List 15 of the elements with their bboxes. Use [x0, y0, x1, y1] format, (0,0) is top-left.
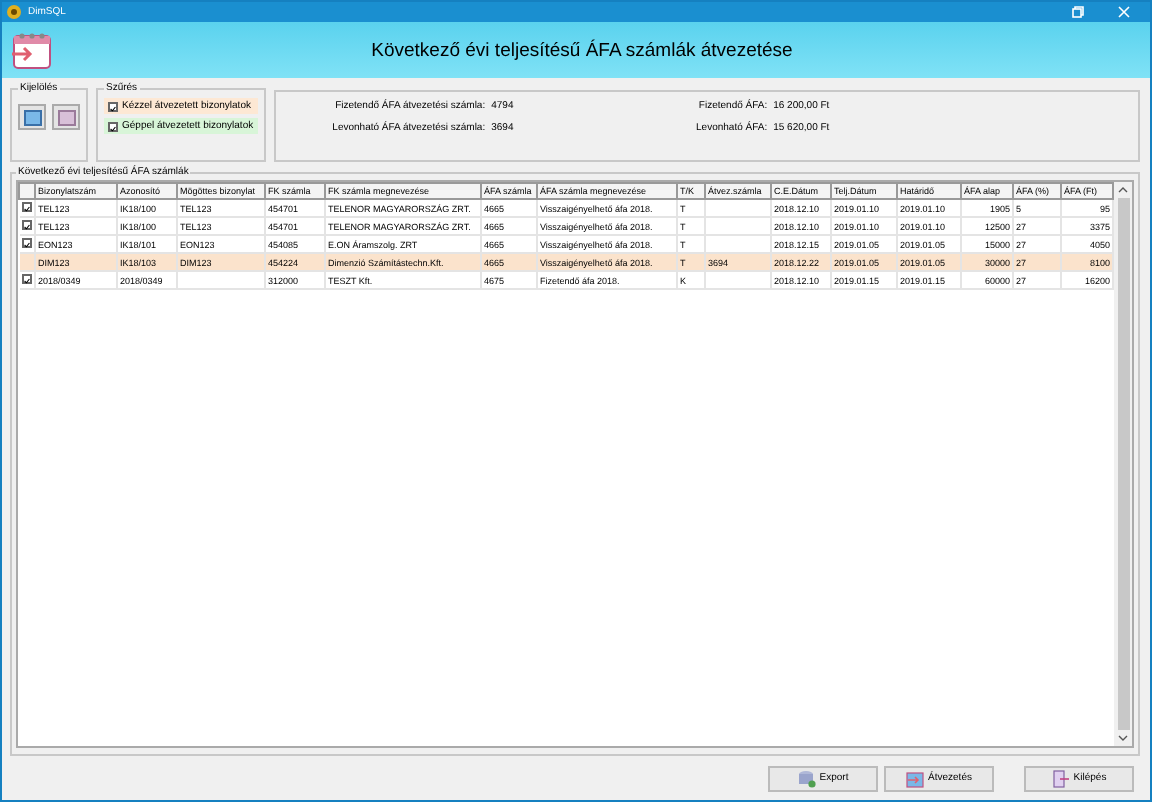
database-icon: [797, 769, 816, 787]
calendar-icon: [10, 28, 54, 72]
scrollbar[interactable]: [1114, 182, 1132, 746]
deselect-all-button[interactable]: [52, 104, 80, 130]
restore-icon[interactable]: [1072, 6, 1084, 18]
page-title: Következő évi teljesítésű ÁFA számlák átvezetése: [369, 39, 795, 61]
close-icon[interactable]: [1118, 6, 1130, 18]
row-checkbox[interactable]: [21, 201, 31, 211]
row-checkbox[interactable]: [21, 237, 31, 247]
select-all-button[interactable]: [18, 104, 46, 130]
calendar-arrow-icon: [906, 769, 925, 787]
app-icon: [6, 4, 22, 20]
row-checkbox[interactable]: [21, 273, 31, 283]
row-checkbox[interactable]: [21, 219, 31, 229]
door-icon: [1051, 769, 1070, 787]
